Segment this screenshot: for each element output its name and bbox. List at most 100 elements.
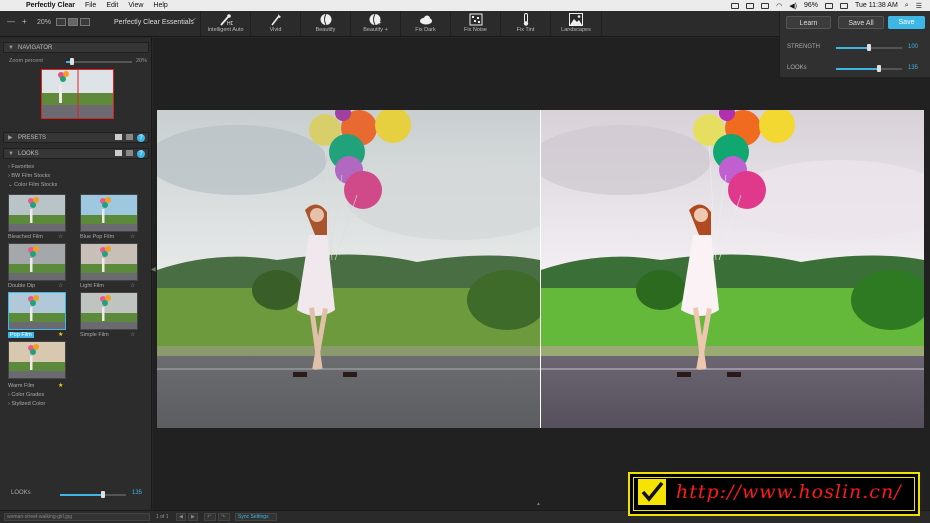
favorite-star-icon[interactable]: ☆: [58, 233, 63, 240]
list-view-icon[interactable]: [126, 134, 133, 140]
next-icon[interactable]: ▶: [188, 513, 198, 521]
prev-icon[interactable]: ◀: [176, 513, 186, 521]
strength-slider[interactable]: [836, 44, 902, 51]
view-single-button[interactable]: [56, 18, 66, 26]
tool-beautify[interactable]: Beautify: [300, 11, 350, 37]
volume-icon[interactable]: ◀): [789, 2, 797, 10]
presets-header[interactable]: ▶ PRESETS ?: [3, 132, 149, 143]
bottom-looks-label: LOOKs: [11, 490, 31, 496]
image-canvas[interactable]: ◀ ▲: [151, 38, 930, 510]
landscape-icon: [569, 13, 583, 26]
look-label: Bleached Film: [8, 234, 43, 240]
favorite-star-icon[interactable]: ★: [58, 382, 63, 389]
preset-selector[interactable]: Perfectly Clear Essentials: [114, 19, 194, 26]
svg-text:HD: HD: [227, 21, 233, 26]
look-thumbnail[interactable]: [80, 194, 138, 232]
look-thumbnail[interactable]: [8, 194, 66, 232]
looks-value: 135: [908, 65, 919, 71]
status-icon[interactable]: [746, 2, 755, 9]
chevron-down-icon[interactable]: ﹀: [188, 17, 196, 28]
list-icon[interactable]: ☰: [916, 2, 922, 10]
slider-knob[interactable]: [876, 65, 881, 72]
look-thumbnail[interactable]: [80, 243, 138, 281]
rotate-left-icon[interactable]: ↶: [204, 513, 216, 521]
tree-color-grades[interactable]: › Color Grades: [8, 392, 44, 398]
noise-icon: [469, 13, 482, 26]
menu-app-name[interactable]: Perfectly Clear: [26, 2, 75, 9]
look-thumbnail[interactable]: [80, 292, 138, 330]
favorite-star-icon[interactable]: ☆: [130, 331, 135, 338]
tool-label: Beautify: [315, 27, 336, 33]
status-icon[interactable]: [761, 2, 770, 9]
face-plus-icon: +: [369, 13, 382, 26]
watermark-text: http://www.hoslin.cn/: [676, 481, 902, 503]
tool-fix-dark[interactable]: Fix Dark: [400, 11, 450, 37]
tool-fix-tint[interactable]: Fix Tint: [500, 11, 550, 37]
looks-label: LOOKs: [787, 65, 807, 71]
tool-label: Vivid: [269, 27, 282, 33]
grid-view-icon[interactable]: [115, 150, 122, 156]
look-thumbnail[interactable]: [8, 243, 66, 281]
collapse-left-icon[interactable]: ◀: [151, 266, 156, 273]
save-button[interactable]: Save: [888, 16, 925, 29]
tree-color-film-stocks[interactable]: ⌄ Color Film Stocks: [8, 182, 57, 188]
favorite-star-icon[interactable]: ★: [58, 331, 63, 338]
rotate-right-icon[interactable]: ↷: [218, 513, 230, 521]
tree-favorites[interactable]: › Favorites: [8, 164, 34, 170]
save-all-button[interactable]: Save All: [838, 16, 884, 29]
page-indicator: 1 of 1: [156, 514, 169, 520]
menu-help[interactable]: Help: [153, 2, 167, 9]
navigator-title: NAVIGATOR: [18, 45, 53, 51]
grid-view-icon[interactable]: [115, 134, 122, 140]
tool-intelligent-auto[interactable]: HD Intelligent Auto: [200, 11, 250, 37]
favorite-star-icon[interactable]: ☆: [130, 233, 135, 240]
navigator-header[interactable]: ▼ NAVIGATOR: [3, 42, 149, 53]
wifi-icon[interactable]: ◠: [776, 2, 782, 10]
thermometer-icon: [523, 13, 528, 26]
checkmark-icon: [638, 479, 666, 505]
navigator-thumbnail[interactable]: [41, 69, 114, 119]
search-icon[interactable]: ⌕: [905, 2, 909, 10]
collapse-bottom-icon[interactable]: ▲: [536, 501, 541, 507]
menu-file[interactable]: File: [85, 2, 96, 9]
look-label: Blue Pop Film: [80, 234, 115, 240]
strength-value: 100: [908, 44, 919, 50]
view-split-button[interactable]: [68, 18, 78, 26]
filename-field[interactable]: woman-street-walking-girl.jpg: [4, 513, 150, 521]
slider-knob[interactable]: [100, 491, 105, 498]
battery-icon[interactable]: [824, 2, 833, 9]
zoom-value: 20%: [37, 19, 52, 26]
menu-edit[interactable]: Edit: [106, 2, 118, 9]
zoom-slider[interactable]: [66, 58, 132, 65]
tool-landscapes[interactable]: Landscapes: [550, 11, 602, 37]
looks-slider[interactable]: [836, 65, 902, 72]
help-icon[interactable]: ?: [137, 134, 145, 142]
before-after-image[interactable]: [157, 110, 924, 428]
tree-stylized-color[interactable]: › Stylized Color: [8, 401, 45, 407]
sync-settings-button[interactable]: Sync Settings: [235, 513, 277, 521]
tool-vivid[interactable]: Vivid: [250, 11, 300, 37]
bottom-looks-slider[interactable]: [60, 491, 126, 498]
slider-knob[interactable]: [867, 44, 871, 51]
view-side-button[interactable]: [80, 18, 90, 26]
favorite-star-icon[interactable]: ☆: [130, 282, 135, 289]
help-icon[interactable]: ?: [137, 150, 145, 158]
looks-header[interactable]: ▼ LOOKS ?: [3, 148, 149, 159]
zoom-out-button[interactable]: —: [7, 17, 15, 26]
look-thumbnail[interactable]: [8, 341, 66, 379]
tool-beautify-plus[interactable]: + Beautify +: [350, 11, 400, 37]
look-thumbnail[interactable]: [8, 292, 66, 330]
status-icon[interactable]: [731, 2, 740, 9]
triangle-down-icon: ▼: [8, 45, 14, 51]
tree-bw-film-stocks[interactable]: › BW Film Stocks: [8, 173, 50, 179]
left-panel: ▼ NAVIGATOR Zoom percent 20% ▶ PRESETS ?…: [0, 38, 152, 510]
list-view-icon[interactable]: [126, 150, 133, 156]
learn-button[interactable]: Learn: [786, 16, 831, 29]
zoom-in-button[interactable]: +: [22, 17, 27, 26]
slider-knob[interactable]: [70, 58, 74, 65]
tool-fix-noise[interactable]: Fix Noise: [450, 11, 500, 37]
menu-view[interactable]: View: [128, 2, 143, 9]
clock[interactable]: Tue 11:38 AM: [855, 2, 898, 9]
flag-icon[interactable]: [839, 2, 848, 9]
favorite-star-icon[interactable]: ☆: [58, 282, 63, 289]
